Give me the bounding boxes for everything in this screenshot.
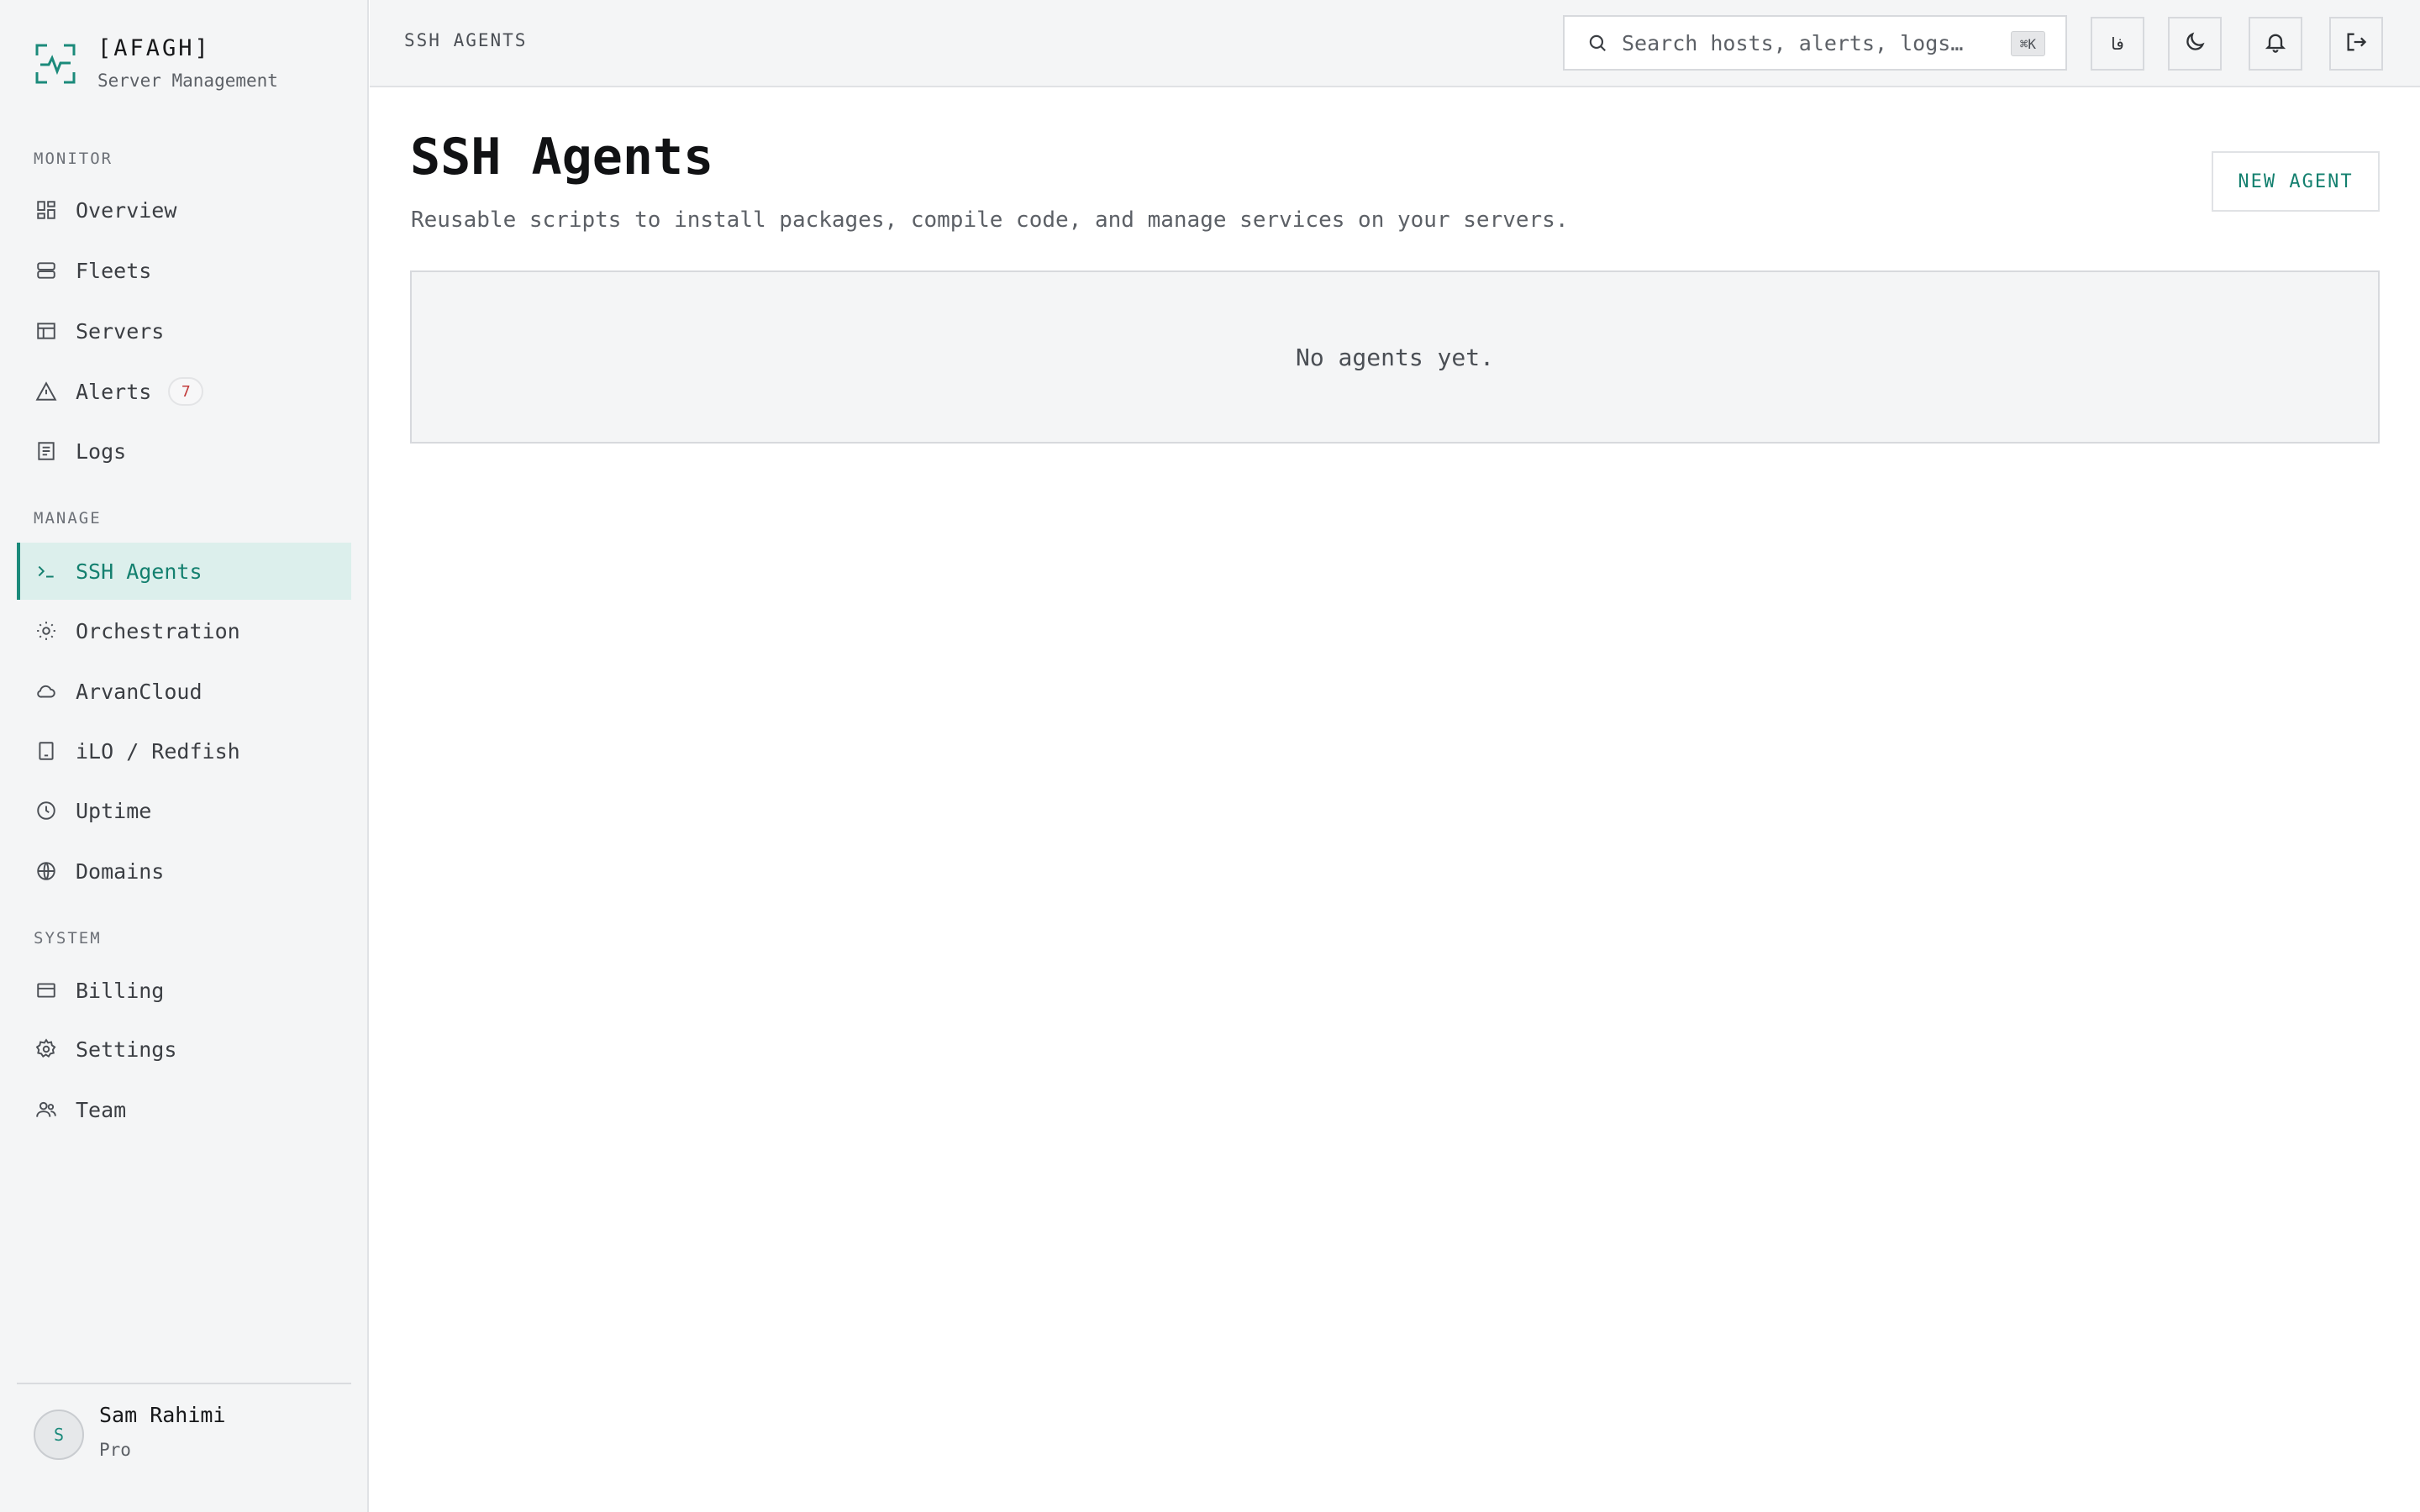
empty-state-message: No agents yet. xyxy=(1295,343,1494,371)
credit-card-icon xyxy=(34,978,59,1003)
sidebar-item-ilo-redfish[interactable]: iLO / Redfish xyxy=(17,722,351,780)
user-plan: Pro xyxy=(99,1440,131,1460)
page-description: Reusable scripts to install packages, co… xyxy=(411,207,1569,233)
user-name: Sam Rahimi xyxy=(99,1403,226,1427)
sidebar-item-label: iLO / Redfish xyxy=(76,738,240,764)
sidebar-item-domains[interactable]: Domains xyxy=(17,843,351,900)
grid-icon xyxy=(34,197,59,223)
topbar: SSH AGENTS ⌘K فا xyxy=(370,0,2420,87)
table-icon xyxy=(34,318,59,344)
shortcut-hint: ⌘K xyxy=(2010,31,2045,56)
section-label-system: SYSTEM xyxy=(34,929,102,948)
sidebar-item-arvancloud[interactable]: ArvanCloud xyxy=(17,663,351,720)
sidebar-item-label: Overview xyxy=(76,197,177,223)
users-icon xyxy=(34,1097,59,1122)
terminal-icon xyxy=(34,559,59,584)
gear-icon xyxy=(34,1037,59,1062)
sidebar-item-overview[interactable]: Overview xyxy=(17,181,351,239)
sidebar-item-alerts[interactable]: Alerts 7 xyxy=(17,363,351,420)
sidebar-item-label: Servers xyxy=(76,318,165,344)
language-toggle-button[interactable]: فا xyxy=(2091,17,2144,71)
sidebar-item-label: Alerts xyxy=(76,379,152,404)
bell-icon xyxy=(2264,30,2287,57)
alerts-count-badge: 7 xyxy=(168,377,204,406)
activity-scan-icon xyxy=(34,42,77,86)
new-agent-button[interactable]: NEW AGENT xyxy=(2212,151,2380,212)
empty-state: No agents yet. xyxy=(410,270,2380,444)
globe-icon xyxy=(34,858,59,884)
section-label-manage: MANAGE xyxy=(34,509,102,528)
avatar: S xyxy=(34,1410,84,1460)
sidebar-item-servers[interactable]: Servers xyxy=(17,302,351,360)
sidebar-item-label: Orchestration xyxy=(76,618,240,643)
sidebar-item-settings[interactable]: Settings xyxy=(17,1021,351,1078)
sidebar-item-billing[interactable]: Billing xyxy=(17,962,351,1019)
moon-icon xyxy=(2183,30,2207,57)
search-box[interactable]: ⌘K xyxy=(1563,15,2067,71)
logout-icon xyxy=(2344,30,2368,57)
page-title: SSH Agents xyxy=(410,128,714,186)
brand-name: [AFAGH] xyxy=(97,35,211,61)
sun-cog-icon xyxy=(34,618,59,643)
sidebar-item-ssh-agents[interactable]: SSH Agents xyxy=(17,543,351,600)
sidebar-item-label: Billing xyxy=(76,978,165,1003)
sidebar-item-label: Logs xyxy=(76,438,127,464)
brand-subtitle: Server Management xyxy=(97,71,278,91)
theme-toggle-button[interactable] xyxy=(2168,17,2222,71)
sidebar-item-label: Settings xyxy=(76,1037,177,1062)
notifications-button[interactable] xyxy=(2249,17,2302,71)
language-label: فا xyxy=(2111,34,2124,54)
section-label-monitor: MONITOR xyxy=(34,150,113,168)
search-icon xyxy=(1586,32,1608,54)
logout-button[interactable] xyxy=(2329,17,2383,71)
clock-icon xyxy=(34,798,59,823)
sidebar-item-uptime[interactable]: Uptime xyxy=(17,782,351,839)
tablet-icon xyxy=(34,738,59,764)
sidebar-item-fleets[interactable]: Fleets xyxy=(17,242,351,299)
divider xyxy=(17,1383,351,1384)
sidebar-item-label: Uptime xyxy=(76,798,152,823)
sidebar-item-label: SSH Agents xyxy=(76,559,203,584)
sidebar-item-orchestration[interactable]: Orchestration xyxy=(17,602,351,659)
warning-icon xyxy=(34,379,59,404)
sidebar-item-label: Team xyxy=(76,1097,127,1122)
cloud-icon xyxy=(34,679,59,704)
sidebar-item-label: Fleets xyxy=(76,258,152,283)
sidebar-item-label: Domains xyxy=(76,858,165,884)
sidebar-item-label: ArvanCloud xyxy=(76,679,203,704)
search-input[interactable] xyxy=(1622,30,1991,55)
sidebar-item-team[interactable]: Team xyxy=(17,1081,351,1138)
document-icon xyxy=(34,438,59,464)
server-stack-icon xyxy=(34,258,59,283)
breadcrumb: SSH AGENTS xyxy=(404,30,528,50)
sidebar-item-logs[interactable]: Logs xyxy=(17,423,351,480)
sidebar: [AFAGH] Server Management MONITOR Overvi… xyxy=(0,0,369,1512)
